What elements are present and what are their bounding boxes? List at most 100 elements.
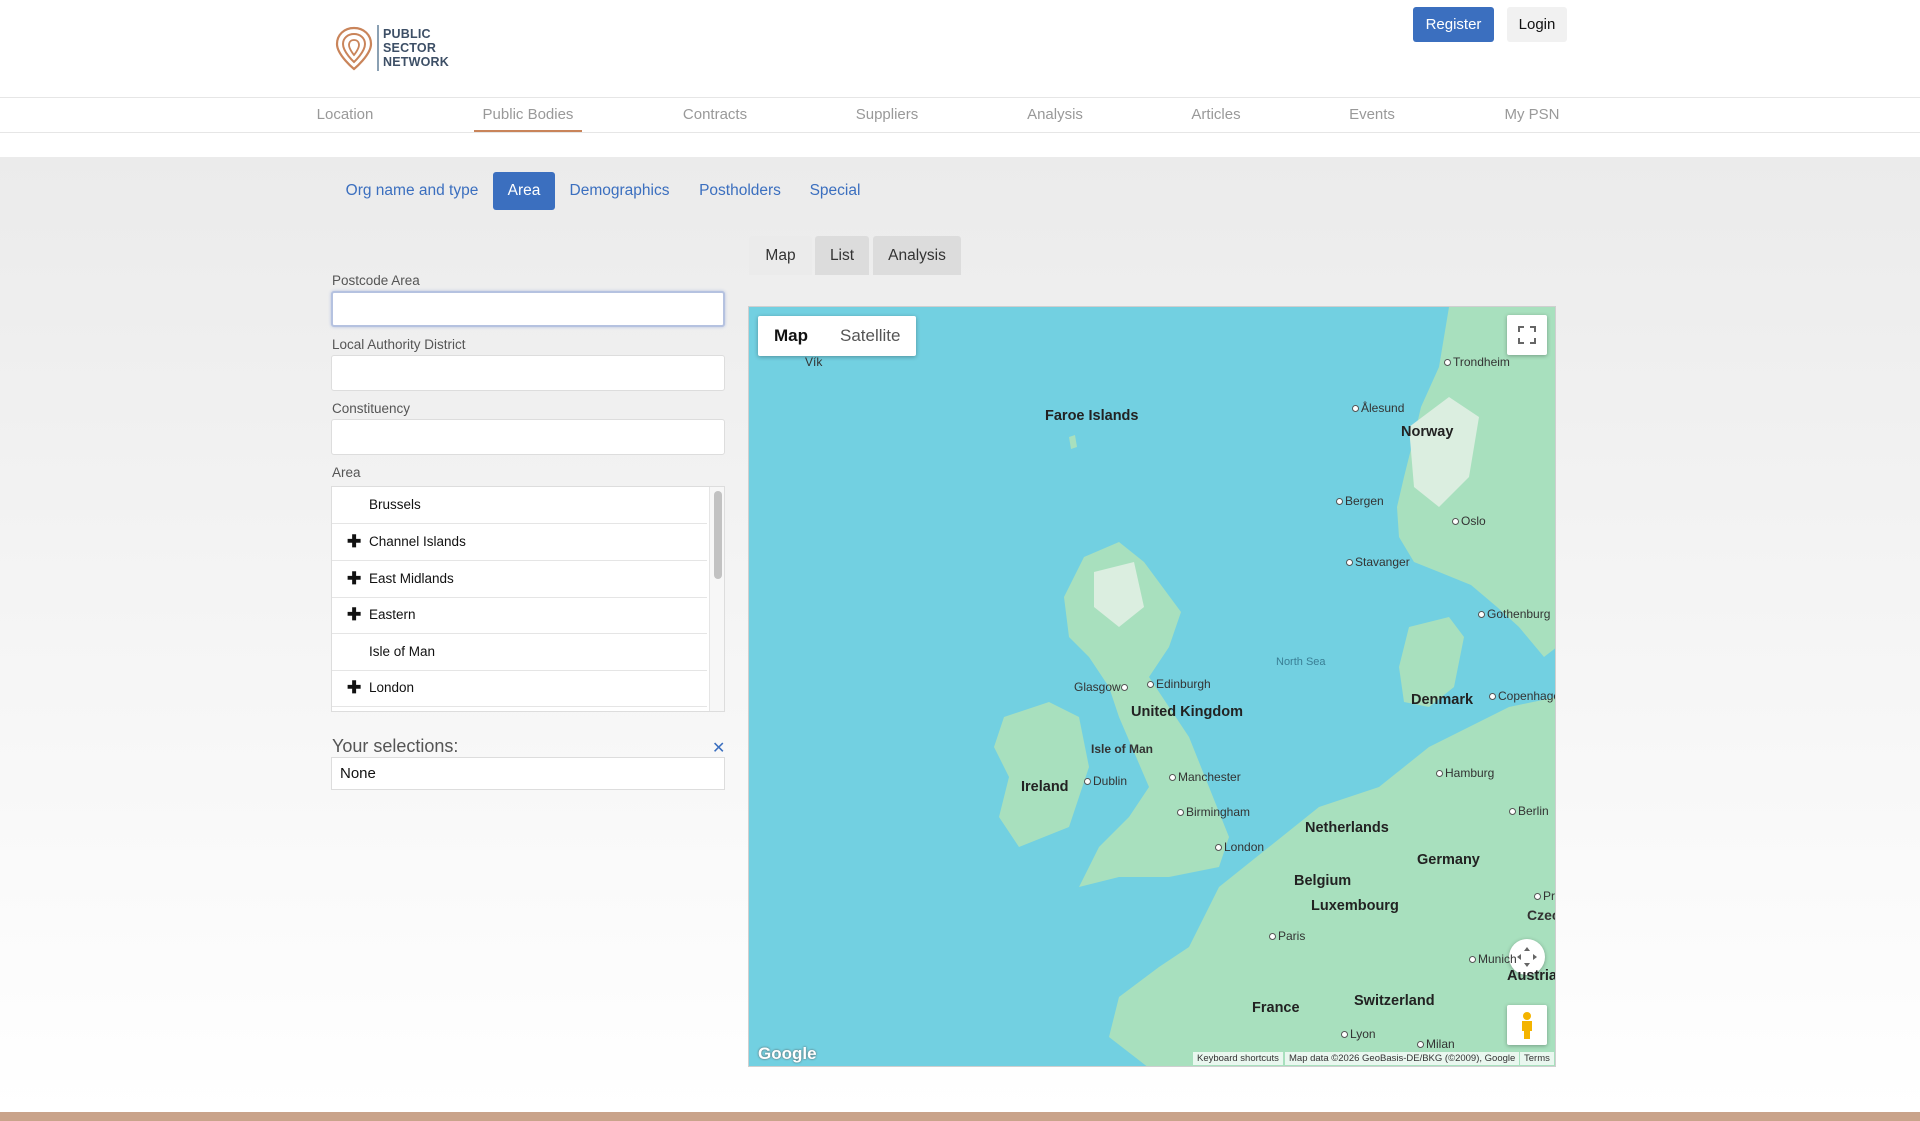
logo-text: PUBLIC SECTOR NETWORK xyxy=(383,27,449,69)
view-tab-map[interactable]: Map xyxy=(749,236,812,275)
view-tab-list[interactable]: List xyxy=(815,236,869,275)
tab-special[interactable]: Special xyxy=(802,172,868,210)
area-list-scrollbar[interactable] xyxy=(709,487,724,711)
map-city-lyon: Lyon xyxy=(1341,1027,1376,1041)
city-label: Stavanger xyxy=(1355,555,1410,569)
fullscreen-icon[interactable] xyxy=(1507,315,1547,355)
map-city-vik: Vík xyxy=(805,355,823,369)
city-label: Paris xyxy=(1278,929,1306,943)
area-item-london[interactable]: ✚ London xyxy=(332,670,707,707)
map-city-paris: Paris xyxy=(1269,929,1305,943)
psn-logo[interactable]: PUBLIC SECTOR NETWORK xyxy=(334,22,454,74)
tab-postholders[interactable]: Postholders xyxy=(692,172,788,210)
login-button[interactable]: Login xyxy=(1507,7,1567,42)
constituency-input[interactable] xyxy=(331,419,725,455)
city-dot-icon xyxy=(1169,774,1176,782)
nav-location[interactable]: Location xyxy=(306,98,384,132)
map-label-switzerland: Switzerland xyxy=(1354,993,1435,1009)
map-city-bergen: Bergen xyxy=(1336,494,1384,508)
map-label-ireland: Ireland xyxy=(1021,779,1069,795)
view-tab-analysis[interactable]: Analysis xyxy=(873,236,961,275)
area-item-label: London xyxy=(369,680,415,695)
logo-divider xyxy=(377,25,379,71)
area-item-brussels[interactable]: Brussels xyxy=(332,487,707,524)
site-header: PUBLIC SECTOR NETWORK Register Login xyxy=(0,0,1920,97)
city-dot-icon xyxy=(1452,518,1459,526)
city-dot-icon xyxy=(1352,405,1359,413)
city-label: Oslo xyxy=(1461,514,1486,528)
map-label-north-sea: North Sea xyxy=(1276,656,1326,668)
map-label-germany: Germany xyxy=(1417,852,1480,868)
city-dot-icon xyxy=(1469,956,1476,964)
keyboard-shortcuts-link[interactable]: Keyboard shortcuts xyxy=(1193,1052,1283,1065)
postcode-area-label: Postcode Area xyxy=(332,273,420,288)
area-item-isle-of-man[interactable]: Isle of Man xyxy=(332,634,707,671)
map-city-london: London xyxy=(1215,840,1264,854)
city-dot-icon xyxy=(1346,559,1353,567)
nav-events[interactable]: Events xyxy=(1343,98,1401,132)
city-dot-icon xyxy=(1444,359,1451,367)
city-label: Edinburgh xyxy=(1156,677,1211,691)
map-label-luxembourg: Luxembourg xyxy=(1311,898,1399,914)
scrollbar-thumb[interactable] xyxy=(714,491,722,579)
area-item-east-midlands[interactable]: ✚ East Midlands xyxy=(332,561,707,598)
map-type-satellite-button[interactable]: Satellite xyxy=(824,316,916,356)
postcode-area-input[interactable] xyxy=(331,291,725,327)
map-label-united-kingdom: United Kingdom xyxy=(1131,704,1243,720)
footer-accent-bar xyxy=(0,1112,1920,1121)
expand-plus-icon[interactable]: ✚ xyxy=(347,524,361,560)
map-city-birmingham: Birmingham xyxy=(1177,805,1250,819)
terms-link[interactable]: Terms xyxy=(1520,1052,1554,1065)
map-city-trondheim: Trondheim xyxy=(1444,355,1510,369)
map-type-map-button[interactable]: Map xyxy=(758,316,824,356)
local-authority-district-input[interactable] xyxy=(331,355,725,391)
area-item-channel-islands[interactable]: ✚ Channel Islands xyxy=(332,524,707,561)
city-label: Berlin xyxy=(1518,804,1549,818)
city-dot-icon xyxy=(1215,844,1222,852)
area-item-label: East Midlands xyxy=(369,571,454,586)
logo-line-1: PUBLIC xyxy=(383,27,431,41)
map-canvas[interactable]: Map Satellite Faroe Islands Norway Unite… xyxy=(748,306,1556,1067)
register-button[interactable]: Register xyxy=(1413,7,1494,42)
area-item-label: Eastern xyxy=(369,607,416,622)
map-city-berlin: Berlin xyxy=(1509,804,1549,818)
map-label-austria: Austria xyxy=(1507,968,1556,984)
city-dot-icon xyxy=(1341,1031,1348,1039)
nav-contracts[interactable]: Contracts xyxy=(674,98,756,132)
city-dot-icon xyxy=(1147,681,1154,689)
tab-area[interactable]: Area xyxy=(493,172,555,210)
map-city-munich: Munich xyxy=(1469,952,1517,966)
nav-suppliers[interactable]: Suppliers xyxy=(848,98,926,132)
area-item-label: Channel Islands xyxy=(369,534,466,549)
city-label: Lyon xyxy=(1350,1027,1376,1041)
map-city-manchester: Manchester xyxy=(1169,770,1241,784)
map-city-hamburg: Hamburg xyxy=(1436,766,1494,780)
map-city-copenhagen: Copenhagen xyxy=(1489,689,1555,703)
area-tree-list[interactable]: Brussels ✚ Channel Islands ✚ East Midlan… xyxy=(331,486,725,712)
city-dot-icon xyxy=(1478,611,1485,619)
nav-my-psn[interactable]: My PSN xyxy=(1498,98,1566,132)
area-item-label: Isle of Man xyxy=(369,644,436,659)
logo-line-2: SECTOR xyxy=(383,41,437,55)
map-label-belgium: Belgium xyxy=(1294,873,1352,889)
expand-plus-icon[interactable]: ✚ xyxy=(347,597,361,633)
map-city-glasgow: Glasgow xyxy=(1074,680,1130,694)
main-navigation: Location Public Bodies Contracts Supplie… xyxy=(0,97,1920,133)
nav-articles[interactable]: Articles xyxy=(1186,98,1246,132)
tab-demographics[interactable]: Demographics xyxy=(563,172,676,210)
map-city-edinburgh: Edinburgh xyxy=(1147,677,1211,691)
tab-org-name-and-type[interactable]: Org name and type xyxy=(336,172,488,210)
pegman-streetview-icon[interactable] xyxy=(1507,1005,1547,1045)
expand-plus-icon[interactable]: ✚ xyxy=(347,561,361,597)
nav-public-bodies[interactable]: Public Bodies xyxy=(474,98,582,132)
area-item-label: Brussels xyxy=(369,497,421,512)
city-label: Munich xyxy=(1478,952,1517,966)
nav-analysis[interactable]: Analysis xyxy=(1019,98,1091,132)
area-item-eastern[interactable]: ✚ Eastern xyxy=(332,597,707,634)
selections-value: None xyxy=(331,757,725,790)
expand-plus-icon[interactable]: ✚ xyxy=(347,670,361,706)
clear-selections-close-icon[interactable]: ✕ xyxy=(712,738,725,758)
map-city-milan: Milan xyxy=(1417,1037,1455,1051)
city-label: Birmingham xyxy=(1186,805,1251,819)
map-label-czechia: Czec xyxy=(1527,907,1555,923)
